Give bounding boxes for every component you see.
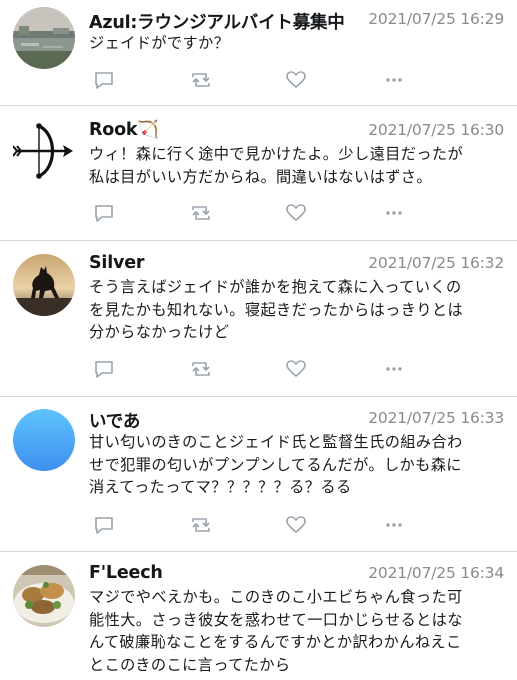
tweet-text-line: んて破廉恥なことをするんですかとか訳わかんねえこ [89,633,462,651]
author-name[interactable]: いであ [89,408,140,433]
more-dots-icon[interactable] [383,202,405,224]
tweet-actions [91,202,411,224]
tweet-text-line: 甘い匂いのきのことジェイド氏と監督生氏の組み合わ [89,433,463,451]
tweet-text: そう言えばジェイドが誰かを抱えて森に入っていくの を見たかも知れない。寝起きだっ… [89,276,507,344]
tweet-azul[interactable]: Azul:ラウンジアルバイト募集中 2021/07/25 16:29 ジェイドが… [0,0,517,104]
tweet-text: ウィ！森に行く途中で見かけたよ。少し遠目だったが 私は目がいい方だからね。間違い… [89,143,507,188]
tweet-fleech[interactable]: F'Leech 2021/07/25 16:34 マジでやべえかも。このきのこ小… [0,552,517,680]
reply-bubble-icon[interactable] [93,202,115,224]
tweet-text-line: を見たかも知れない。寝起きだったからはっきりとは [89,300,464,319]
tweet-actions [91,358,411,380]
reply-bubble-icon[interactable] [93,358,115,380]
tweet-idea[interactable]: いであ 2021/07/25 16:33 甘い匂いのきのことジェイド氏と監督生氏… [0,397,517,550]
tweet-rook[interactable]: Rook🏹 2021/07/25 16:30 ウィ！森に行く途中で見かけたよ。少… [0,106,517,239]
retweet-icon[interactable] [190,202,212,224]
tweet-text-line: 消えてったってマ？？？？？る？るる [89,478,352,496]
more-dots-icon[interactable] [383,358,405,380]
timestamp: 2021/07/25 16:34 [368,564,504,582]
avatar-idea-blue-gradient-icon[interactable] [13,409,75,471]
avatar-fleech-food-plate-icon[interactable] [13,565,75,627]
timestamp: 2021/07/25 16:30 [368,121,504,139]
tweet-text-line: とこのきのこに言ってたから [89,655,291,674]
heart-icon[interactable] [285,69,307,91]
author-name[interactable]: Silver [89,253,145,273]
more-dots-icon[interactable] [383,69,405,91]
avatar-rook-bow-arrow-icon[interactable] [13,120,75,182]
tweet-text-line: 能性大。さっき彼女を惑わせて一口かじらせるとはな [89,610,463,629]
reply-bubble-icon[interactable] [93,69,115,91]
tweet-text-line: せで犯罪の匂いがプンプンしてるんだが。しかも森に [89,455,462,474]
tweet-text-line: そう言えばジェイドが誰かを抱えて森に入っていくの [89,278,462,296]
more-dots-icon[interactable] [383,514,405,536]
tweet-actions [91,514,411,536]
retweet-icon[interactable] [190,69,212,91]
heart-icon[interactable] [285,202,307,224]
reply-bubble-icon[interactable] [93,514,115,536]
tweet-text-line: ジェイドがですか？ [89,34,230,52]
tweet-text-line: ウィ！森に行く途中で見かけたよ。少し遠目だったが [89,145,464,163]
timestamp: 2021/07/25 16:33 [368,409,504,427]
avatar-azul-lakeside-icon[interactable] [13,7,75,69]
tweet-text: 甘い匂いのきのことジェイド氏と監督生氏の組み合わ せで犯罪の匂いがプンプンしてる… [89,431,507,499]
author-name[interactable]: Azul:ラウンジアルバイト募集中 [89,9,345,34]
timestamp: 2021/07/25 16:29 [368,10,504,28]
timestamp: 2021/07/25 16:32 [368,254,504,272]
heart-icon[interactable] [285,514,307,536]
tweet-text: ジェイドがですか？ [89,32,507,55]
tweet-actions [91,69,411,91]
retweet-icon[interactable] [190,514,212,536]
retweet-icon[interactable] [190,358,212,380]
heart-icon[interactable] [285,358,307,380]
tweet-text: マジでやべえかも。このきのこ小エビちゃん食った可 能性大。さっき彼女を惑わせて一… [89,586,507,676]
avatar-silver-horse-icon[interactable] [13,254,75,316]
tweet-silver[interactable]: Silver 2021/07/25 16:32 そう言えばジェイドが誰かを抱えて… [0,241,517,395]
tweet-text-line: マジでやべえかも。このきのこ小エビちゃん食った可 [89,588,463,606]
tweet-text-line: 私は目がいい方だからね。間違いはないはずさ。 [89,167,432,186]
author-name[interactable]: F'Leech [89,563,163,583]
author-name[interactable]: Rook🏹 [89,120,159,140]
tweet-text-line: 分からなかったけど [89,323,230,341]
